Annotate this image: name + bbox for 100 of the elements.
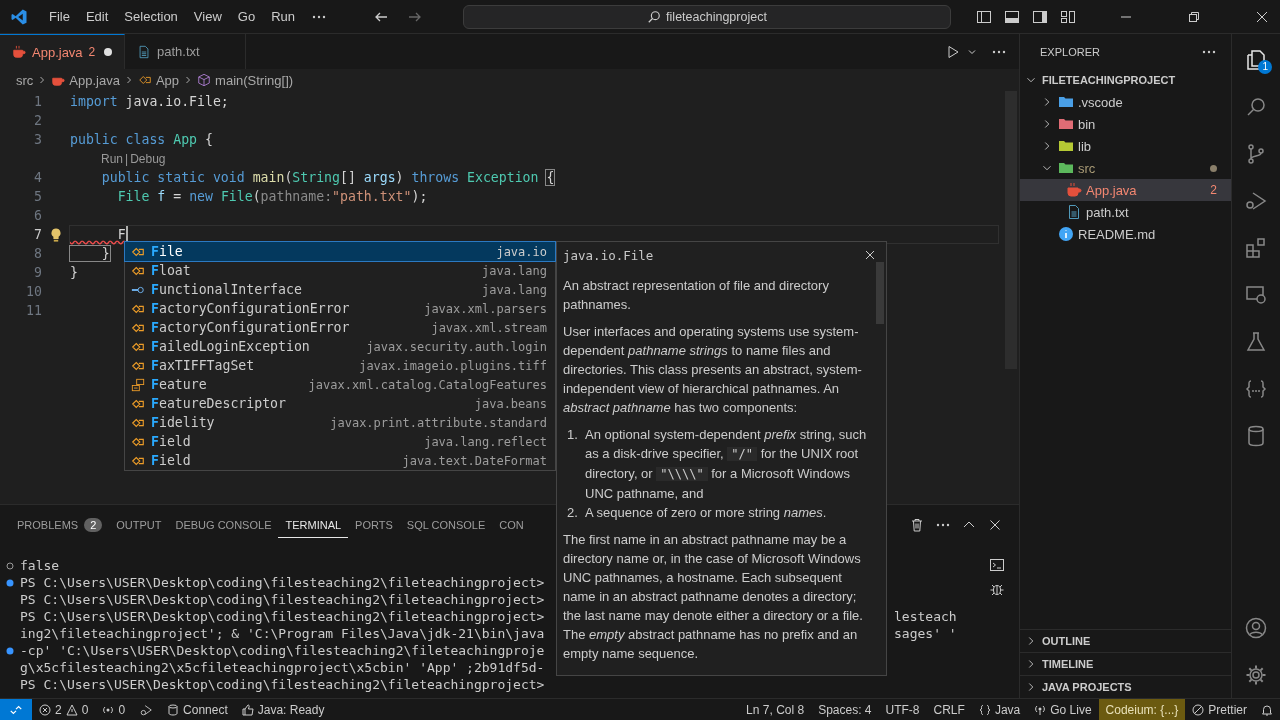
- trash-icon[interactable]: [909, 517, 925, 533]
- secondary-sidebar-icon[interactable]: [1032, 8, 1048, 25]
- enum-icon: [131, 377, 145, 392]
- tree-item[interactable]: .vscode: [1020, 91, 1231, 113]
- flask-icon[interactable]: [1244, 329, 1268, 354]
- suggestion-item[interactable]: FaxTIFFTagSet javax.imageio.plugins.tiff: [125, 356, 555, 375]
- terminal-icon[interactable]: [989, 557, 1005, 573]
- code-line: File f = new File(pathname:"path.txt");: [116, 189, 428, 204]
- status-dot-icon[interactable]: [6, 646, 14, 655]
- prettier-status[interactable]: Prettier: [1185, 699, 1254, 720]
- language-status[interactable]: Java: [971, 699, 1028, 720]
- line-number: 8: [33, 246, 42, 261]
- panel-tab[interactable]: TERMINAL: [278, 512, 349, 538]
- tree-item[interactable]: bin: [1020, 113, 1231, 135]
- tree-item[interactable]: src: [1020, 157, 1231, 179]
- terminal-line: sages' ': [894, 626, 957, 641]
- close-icon[interactable]: [864, 249, 876, 261]
- port-count: 0: [118, 702, 126, 717]
- tree-item[interactable]: path.txt: [1020, 201, 1231, 223]
- suggestion-item[interactable]: FactoryConfigurationError javax.xml.stream: [125, 318, 555, 337]
- encoding-status[interactable]: UTF-8: [878, 699, 927, 720]
- code-line: import java.io.File;: [70, 94, 229, 109]
- sidebar-section[interactable]: TIMELINE: [1020, 652, 1231, 675]
- indentation-status[interactable]: Spaces: 4: [811, 699, 879, 720]
- suggestion-item[interactable]: File java.io: [125, 242, 555, 261]
- extensions-icon[interactable]: [1244, 235, 1268, 260]
- tree-item[interactable]: README.md: [1020, 223, 1231, 245]
- suggestion-item[interactable]: Fidelity javax.print.attribute.standard: [125, 413, 555, 432]
- terminal-line: ing2\fileteachingproject'; & 'C:\Program Files\Java\jdk-21\bin\java: [20, 626, 545, 641]
- menu-item[interactable]: File: [41, 9, 78, 24]
- file-name: bin: [1078, 116, 1096, 132]
- line-ending-status[interactable]: CRLF: [926, 699, 972, 720]
- menu-item[interactable]: Run: [263, 9, 303, 24]
- suggestion-item[interactable]: Feature javax.xml.catalog.CatalogFeatures: [125, 375, 555, 394]
- suggestion-item[interactable]: FeatureDescriptor java.beans: [125, 394, 555, 413]
- layout-icon[interactable]: [1060, 8, 1076, 25]
- suggestion-item[interactable]: Field java.text.DateFormat: [125, 451, 555, 470]
- suggestion-item[interactable]: FunctionalInterface java.lang: [125, 280, 555, 299]
- file-name: path.txt: [1086, 204, 1129, 220]
- code-line: F: [116, 227, 126, 242]
- problems-status[interactable]: 2 0: [32, 699, 96, 720]
- status-circle-icon[interactable]: [6, 561, 14, 570]
- menu-item[interactable]: Go: [229, 9, 264, 24]
- scrollbar[interactable]: [876, 262, 884, 324]
- run-icon[interactable]: [945, 43, 961, 60]
- menu-item[interactable]: View: [185, 9, 230, 24]
- codeium-status[interactable]: Codeium: {...}: [1098, 699, 1186, 720]
- app-logo-icon[interactable]: [10, 7, 28, 26]
- suggestion-item[interactable]: FailedLoginException javax.security.auth.login: [125, 337, 555, 356]
- editor-tab[interactable]: App.java 2: [0, 34, 125, 69]
- codelens-link[interactable]: Run: [101, 151, 123, 166]
- suggestion-item[interactable]: Field java.lang.reflect: [125, 432, 555, 451]
- status-dot-icon[interactable]: [6, 578, 14, 587]
- suggestion-item[interactable]: FactoryConfigurationError javax.xml.parsers: [125, 299, 555, 318]
- connect-status[interactable]: Connect: [160, 699, 235, 720]
- tree-item[interactable]: lib: [1020, 135, 1231, 157]
- panel-tab[interactable]: SQL CONSOLE: [399, 512, 493, 538]
- docs-paragraph: The first name in an abstract pathname may be a directory name or, in the case of Microsoft Windows UNC pathnames, a hostname. Each subsequent name in an abstract pathname denotes a directory; the last name may denote either a directory or a file. The empty abstract pathname has no prefix and an empty name sequence.: [563, 531, 864, 663]
- menu-item[interactable]: Edit: [77, 9, 117, 24]
- tree-item[interactable]: App.java 2: [1020, 179, 1231, 201]
- breadcrumb-item[interactable]: App.java: [69, 72, 120, 88]
- panel-tab[interactable]: CON: [492, 512, 531, 538]
- sidebar-toggle-icon[interactable]: [976, 8, 992, 25]
- panel-toggle-icon[interactable]: [1004, 8, 1020, 25]
- breadcrumb-item[interactable]: src: [16, 72, 34, 88]
- ports-status[interactable]: 0: [95, 699, 133, 720]
- breadcrumb-item[interactable]: App: [155, 72, 180, 88]
- go-live-button[interactable]: Go Live: [1027, 699, 1099, 720]
- editor-tab[interactable]: path.txt: [125, 34, 246, 69]
- line-number: 4: [33, 170, 42, 185]
- java-status[interactable]: Java: Ready: [234, 699, 332, 720]
- panel-tab[interactable]: PROBLEMS 2: [10, 511, 110, 539]
- line-number: 10: [25, 284, 42, 299]
- warning-count: 0: [81, 702, 89, 717]
- sidebar-section[interactable]: OUTLINE: [1020, 629, 1231, 652]
- file-name: src: [1078, 160, 1096, 176]
- panel-tab[interactable]: PORTS: [348, 512, 400, 538]
- file-name: lib: [1078, 138, 1091, 154]
- docs-paragraph: User interfaces and operating systems use system-dependent pathname strings to name files and directories. This class presents an abstract, system-independent view of hierarchical pathnames. An abstract pathname has two components:: [563, 323, 863, 417]
- line-number: 3: [33, 132, 42, 147]
- warning-icon: [65, 703, 78, 716]
- panel-tab[interactable]: OUTPUT: [109, 512, 169, 538]
- suggestion-item[interactable]: Float java.lang: [125, 261, 555, 280]
- unsaved-dot[interactable]: [104, 48, 112, 56]
- project-title[interactable]: FILETEACHINGPROJECT: [1042, 74, 1176, 86]
- account-icon[interactable]: [1244, 615, 1268, 640]
- explorer-tab[interactable]: 1: [1232, 36, 1280, 83]
- breadcrumb-item[interactable]: main(String[]): [215, 72, 294, 88]
- broadcast-icon: [1034, 703, 1047, 716]
- search-field[interactable]: fileteachingproject: [463, 4, 951, 29]
- panel-tab[interactable]: DEBUG CONSOLE: [168, 512, 279, 538]
- file-name: README.md: [1078, 226, 1156, 242]
- codelens-link[interactable]: Debug: [130, 151, 166, 166]
- cursor-position[interactable]: Ln 7, Col 8: [739, 699, 812, 720]
- menu-item[interactable]: Selection: [116, 9, 186, 24]
- braces-icon: [978, 703, 991, 716]
- problem-count: 2: [1210, 183, 1217, 197]
- bell-icon[interactable]: [1261, 703, 1273, 716]
- file-name: .vscode: [1078, 94, 1123, 110]
- coffee-cup-icon: [1066, 182, 1082, 198]
